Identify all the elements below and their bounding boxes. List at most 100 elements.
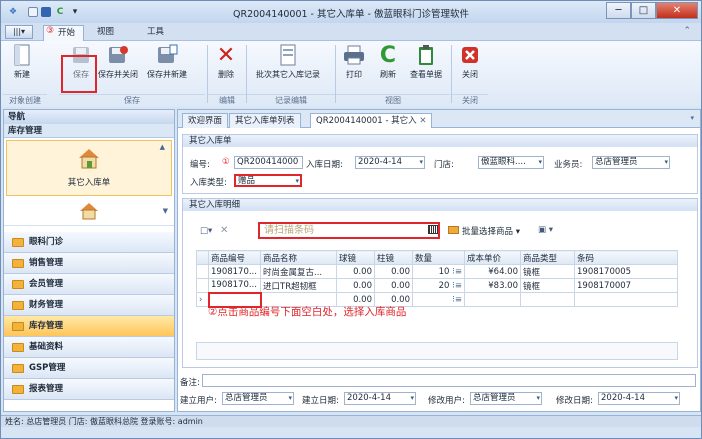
creator-field[interactable]: 总店管理员 ▾ bbox=[222, 392, 294, 405]
stepper-icon[interactable]: ⁝≡ bbox=[452, 267, 462, 277]
step2-instruction: ②点击商品编号下面空白处，选择入库商品 bbox=[208, 306, 407, 318]
type-field[interactable]: 赠品 ▾ bbox=[234, 174, 302, 187]
nav-item-reports[interactable]: 报表管理 bbox=[4, 379, 174, 400]
create-date-dropdown-icon[interactable]: ▾ bbox=[410, 393, 414, 404]
cell-qty[interactable]: 10 ⁝≡ bbox=[412, 264, 465, 279]
creator-dropdown-icon[interactable]: ▾ bbox=[288, 393, 292, 404]
cell-sphere[interactable]: 0.00 bbox=[336, 278, 375, 293]
scroll-down-icon[interactable]: ▼ bbox=[163, 207, 168, 215]
col-header[interactable]: 商品名称 bbox=[260, 250, 337, 265]
col-header[interactable]: 柱镜 bbox=[374, 250, 413, 265]
cell-name[interactable]: 时尚金属复古... bbox=[260, 264, 337, 279]
maximize-button[interactable]: □ bbox=[631, 2, 656, 19]
minimize-button[interactable]: ─ bbox=[606, 2, 631, 19]
nav-item-finance[interactable]: 财务管理 bbox=[4, 295, 174, 316]
col-header[interactable]: 数量 bbox=[412, 250, 465, 265]
export-dropdown-icon[interactable]: ▣ ▾ bbox=[538, 225, 553, 235]
cell-cost[interactable] bbox=[464, 292, 521, 307]
remark-field[interactable] bbox=[202, 374, 696, 387]
nav-second-item[interactable]: ▼ bbox=[4, 198, 174, 226]
cell-cost[interactable]: ¥83.00 bbox=[464, 278, 521, 293]
tab-close-icon[interactable]: ✕ bbox=[419, 116, 426, 126]
modifier-field[interactable]: 总店管理员 ▾ bbox=[470, 392, 542, 405]
file-menu-button[interactable]: |||▾ bbox=[5, 25, 33, 39]
table-row[interactable]: 1908170... 时尚金属复古... 0.00 0.00 10 ⁝≡ ¥64… bbox=[196, 264, 678, 279]
cell-code[interactable]: 1908170... bbox=[208, 278, 261, 293]
type-dropdown-icon[interactable]: ▾ bbox=[295, 176, 299, 185]
nav-big-item[interactable]: 其它入库单 ▲ bbox=[6, 140, 172, 196]
cell-cylinder[interactable]: 0.00 bbox=[374, 264, 413, 279]
cell-name[interactable]: 进口TR超韧框 bbox=[260, 278, 337, 293]
remark-label: 备注: bbox=[180, 378, 200, 388]
tab-view[interactable]: 视图 bbox=[89, 25, 122, 41]
date-field[interactable]: 2020-4-14 ▾ bbox=[355, 156, 425, 169]
nav-item-eye-clinic[interactable]: 眼科门诊 bbox=[4, 232, 174, 253]
clerk-field[interactable]: 总店管理员 ▾ bbox=[592, 156, 670, 169]
col-header[interactable]: 球镜 bbox=[336, 250, 375, 265]
nav-big-item-label: 其它入库单 bbox=[67, 178, 111, 188]
print-button[interactable]: 打印 bbox=[337, 43, 371, 87]
refresh-button[interactable]: C 刷新 bbox=[371, 43, 405, 87]
clerk-dropdown-icon[interactable]: ▾ bbox=[664, 157, 668, 168]
remove-row-button[interactable]: ✕ bbox=[220, 225, 228, 236]
tab-tools[interactable]: 工具 bbox=[139, 25, 172, 41]
cell-code[interactable]: 1908170... bbox=[208, 264, 261, 279]
col-header[interactable]: 商品类型 bbox=[520, 250, 575, 265]
modifier-dropdown-icon[interactable]: ▾ bbox=[536, 393, 540, 404]
cell-barcode[interactable]: 1908170007 bbox=[574, 278, 678, 293]
tab-list-dropdown-icon[interactable]: ▾ bbox=[690, 114, 694, 122]
barcode-icon[interactable] bbox=[428, 225, 438, 234]
save-new-button[interactable]: 保存并新建 bbox=[147, 43, 187, 87]
delete-button[interactable]: ✕ 删除 bbox=[209, 43, 243, 87]
col-header[interactable]: 成本单价 bbox=[464, 250, 521, 265]
batch-select-button[interactable]: 批量选择商品 ▾ bbox=[462, 225, 520, 237]
nav-item-gsp[interactable]: GSP管理 bbox=[4, 358, 174, 379]
scroll-up-icon[interactable]: ▲ bbox=[160, 143, 165, 151]
nav-item-basic-data[interactable]: 基础资料 bbox=[4, 337, 174, 358]
close-window-button[interactable]: ✕ bbox=[656, 2, 698, 19]
col-header[interactable]: 条码 bbox=[574, 250, 678, 265]
clerk-value: 总店管理员 bbox=[595, 157, 638, 167]
create-date-field[interactable]: 2020-4-14 ▾ bbox=[344, 392, 416, 405]
cell-barcode[interactable] bbox=[574, 292, 678, 307]
nav-item-inventory[interactable]: 库存管理 bbox=[4, 316, 174, 337]
cell-barcode[interactable]: 1908170005 bbox=[574, 264, 678, 279]
new-button[interactable]: 新建 bbox=[5, 43, 39, 87]
nav-item-label: 基础资料 bbox=[29, 342, 64, 352]
step3-marker: ③ bbox=[46, 26, 55, 36]
table-row[interactable]: 1908170... 进口TR超韧框 0.00 0.00 20 ⁝≡ ¥83.0… bbox=[196, 278, 678, 293]
col-header[interactable]: 商品编号 bbox=[208, 250, 261, 265]
nav-item-members[interactable]: 会员管理 bbox=[4, 274, 174, 295]
save-close-button[interactable]: 保存并关闭 bbox=[98, 43, 138, 87]
cell-qty[interactable]: 20 ⁝≡ bbox=[412, 278, 465, 293]
batch-record-button[interactable]: 批次其它入库记录 bbox=[247, 43, 329, 87]
group-view-label: 视图 bbox=[336, 94, 450, 106]
group-edit-label: 编辑 bbox=[208, 94, 246, 106]
cell-cylinder[interactable]: 0.00 bbox=[374, 278, 413, 293]
tab-start-label: 开始 bbox=[58, 28, 76, 38]
tab-inbound-list[interactable]: 其它入库单列表 bbox=[229, 113, 301, 128]
cell-sphere[interactable]: 0.00 bbox=[336, 264, 375, 279]
nav-item-sales[interactable]: 销售管理 bbox=[4, 253, 174, 274]
cell-qty[interactable]: ⁝≡ bbox=[412, 292, 465, 307]
cell-type[interactable]: 镜框 bbox=[520, 278, 575, 293]
modify-date-dropdown-icon[interactable]: ▾ bbox=[674, 393, 678, 404]
barcode-scan-input[interactable]: 请扫描条码 bbox=[258, 222, 440, 239]
store-field[interactable]: 傲蓝眼科.... ▾ bbox=[478, 156, 544, 169]
close-doc-button[interactable]: 关闭 bbox=[453, 43, 487, 87]
ribbon-tab-bar: |||▾ 开始 ③ 视图 工具 ⌃ bbox=[1, 23, 701, 41]
ribbon-collapse-icon[interactable]: ⌃ bbox=[683, 26, 691, 36]
code-field[interactable]: QR200414000 bbox=[234, 156, 303, 169]
cell-type[interactable] bbox=[520, 292, 575, 307]
add-row-button[interactable]: □▾ bbox=[200, 226, 212, 236]
cell-cost[interactable]: ¥64.00 bbox=[464, 264, 521, 279]
view-document-button[interactable]: 查看单据 bbox=[405, 43, 447, 87]
store-dropdown-icon[interactable]: ▾ bbox=[538, 157, 542, 168]
tab-current-doc[interactable]: QR2004140001 - 其它入 ✕ bbox=[310, 113, 433, 128]
modify-date-field[interactable]: 2020-4-14 ▾ bbox=[598, 392, 680, 405]
date-dropdown-icon[interactable]: ▾ bbox=[419, 157, 423, 168]
cell-type[interactable]: 镜框 bbox=[520, 264, 575, 279]
stepper-icon[interactable]: ⁝≡ bbox=[452, 281, 462, 291]
tab-welcome[interactable]: 欢迎界面 bbox=[182, 113, 229, 128]
stepper-icon[interactable]: ⁝≡ bbox=[452, 295, 462, 305]
